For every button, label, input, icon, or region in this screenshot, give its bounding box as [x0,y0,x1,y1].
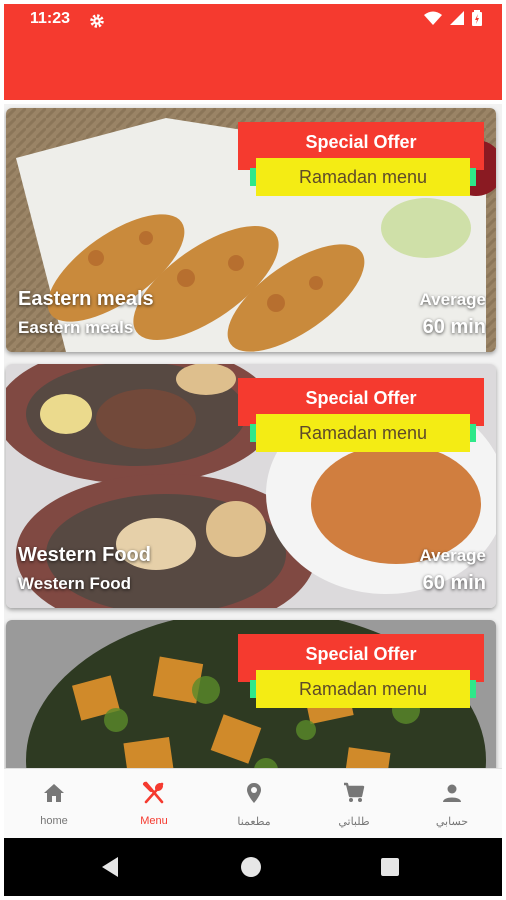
menu-list[interactable]: Special Offer Ramadan menu Eastern meals… [4,104,502,768]
average-label: Average [419,290,486,309]
system-icons [424,10,482,26]
person-icon [443,784,461,802]
card-subtitle: Eastern meals [18,318,134,337]
nav-menu-label: Menu [140,815,168,827]
recents-icon[interactable] [380,857,400,877]
system-navigation-bar [4,838,502,896]
nav-home[interactable]: home [4,769,104,839]
special-offer-label: Special Offer [305,132,417,152]
card-title: Western Food [18,544,151,566]
nav-menu[interactable]: Menu [104,769,204,839]
nav-orders-label: طلباتي [338,816,370,828]
fork-spoon-icon [143,781,164,804]
average-time: 60 min [422,316,486,338]
menu-card-third[interactable]: Special Offer Ramadan menu [6,620,496,768]
nav-account-label: حسابي [435,816,469,828]
nav-home-label: home [40,815,68,827]
card-subtitle: Western Food [18,574,132,593]
bottom-navigation: home Menu مطعمنا طلباتي حسابي [4,768,502,839]
ramadan-menu-label: Ramadan menu [256,414,470,452]
wifi-icon [424,11,442,25]
average-label: Average [419,546,486,565]
ramadan-badge: Ramadan menu [250,414,476,452]
home-icon [44,784,64,802]
app-screen: 11:23 Special Offer Ramadan menu Eastern… [0,0,506,900]
app-bar: 11:23 [4,4,502,100]
nav-restaurant[interactable]: مطعمنا [204,769,304,839]
battery-icon [472,10,482,26]
nav-orders[interactable]: طلباتي [304,769,404,839]
ramadan-menu-label: Ramadan menu [256,670,470,708]
status-bar: 11:23 [4,4,502,34]
signal-icon [450,11,464,25]
nav-restaurant-label: مطعمنا [237,816,271,828]
special-offer-label: Special Offer [305,644,417,664]
nav-account[interactable]: حسابي [402,769,502,839]
settings-gear-icon [90,14,104,28]
menu-card-western[interactable]: Special Offer Ramadan menu Western Food … [6,364,496,608]
menu-card-eastern[interactable]: Special Offer Ramadan menu Eastern meals… [6,108,496,352]
status-time: 11:23 [30,10,71,27]
cart-icon [344,782,365,802]
back-icon[interactable] [100,856,120,878]
ramadan-menu-label: Ramadan menu [256,158,470,196]
special-offer-label: Special Offer [305,388,417,408]
ramadan-badge: Ramadan menu [250,158,476,196]
card-title: Eastern meals [18,288,154,310]
average-time: 60 min [422,572,486,594]
location-pin-icon [247,783,261,803]
home-circle-icon[interactable] [240,856,262,878]
ramadan-badge: Ramadan menu [250,670,476,708]
